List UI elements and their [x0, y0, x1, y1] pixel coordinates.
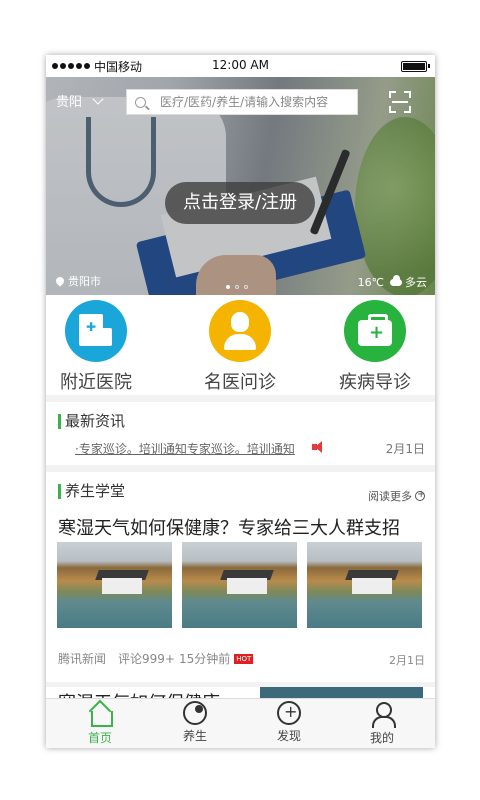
discover-icon	[277, 701, 301, 725]
article-image[interactable]	[182, 542, 297, 628]
pager-dot[interactable]	[244, 285, 248, 289]
tab-label: 养生	[182, 729, 207, 743]
bottom-tab-bar: 首页 养生 发现 我的	[46, 698, 435, 748]
speaker-icon	[312, 441, 326, 453]
plus-circle-icon	[415, 489, 425, 501]
entry-label: 名医问诊	[204, 372, 276, 393]
nearby-hospitals-entry[interactable]: ✚ 附近医院	[46, 300, 146, 394]
cloud-icon	[390, 274, 402, 286]
location-pin-icon	[54, 275, 66, 287]
read-more-link[interactable]: 阅读更多	[368, 488, 425, 504]
search-box[interactable]	[126, 89, 358, 115]
doctor-consult-entry[interactable]: 名医问诊	[190, 300, 290, 394]
news-section: 最新资讯 ·专家巡诊。培训通知专家巡诊。培训通知 2月1日	[46, 402, 435, 465]
city-selector[interactable]: 贵阳	[56, 91, 104, 110]
hospital-icon: ✚	[65, 300, 127, 362]
article-image[interactable]	[307, 542, 422, 628]
status-bar: 中国移动 12:00 AM	[46, 55, 435, 77]
scan-icon[interactable]	[389, 91, 411, 113]
entry-label: 附近医院	[60, 372, 132, 393]
comment-count[interactable]: 评论999+	[118, 650, 175, 667]
search-icon	[135, 96, 146, 108]
disease-guide-entry[interactable]: + 疾病导诊	[325, 300, 425, 394]
article-image[interactable]	[57, 542, 172, 628]
weather-widget: 16℃ 多云	[358, 274, 427, 290]
news-ticker-link[interactable]: ·专家巡诊。培训通知专家巡诊。培训通知	[75, 440, 295, 457]
battery-icon	[401, 61, 430, 72]
profile-icon	[369, 701, 396, 728]
read-more-label: 阅读更多	[368, 490, 412, 503]
article-headline[interactable]: 寒湿天气如何保健康？专家给三大人群支招	[58, 514, 400, 540]
pager-dot[interactable]	[226, 285, 230, 289]
home-icon	[87, 701, 113, 727]
temperature: 16℃	[357, 275, 384, 289]
tab-discover[interactable]: 发现	[249, 701, 329, 744]
banner-pager	[226, 285, 248, 289]
entry-label: 疾病导诊	[339, 372, 411, 393]
article-thumbnails	[57, 542, 422, 628]
article-date: 2月1日	[389, 654, 425, 667]
search-input[interactable]	[160, 95, 350, 109]
chevron-down-icon	[92, 92, 104, 105]
login-register-button[interactable]: 点击登录/注册	[165, 182, 315, 224]
tab-wellness[interactable]: 养生	[155, 701, 235, 744]
news-date: 2月1日	[385, 442, 425, 456]
health-section: 养生学堂 阅读更多 寒湿天气如何保健康？专家给三大人群支招 腾讯新闻 评论999…	[46, 472, 435, 682]
pager-dot[interactable]	[235, 285, 239, 289]
article-meta: 腾讯新闻 评论999+ 15分钟前 HOT	[58, 650, 254, 667]
time-ago: 15分钟前	[178, 652, 231, 666]
weather-label: 多云	[405, 276, 427, 289]
tab-home[interactable]: 首页	[60, 701, 140, 746]
location-indicator[interactable]: 贵阳市	[54, 273, 101, 289]
doctor-icon	[209, 300, 271, 362]
city-label: 贵阳	[56, 95, 83, 110]
section-title: 最新资讯	[58, 414, 125, 429]
phone-screen: 中国移动 12:00 AM 贵阳 点击登录/注册 贵阳市	[46, 55, 435, 748]
hero-banner[interactable]: 贵阳 点击登录/注册 贵阳市 16℃ 多云	[46, 77, 435, 295]
wellness-icon	[183, 701, 207, 725]
tab-profile[interactable]: 我的	[342, 701, 422, 746]
medical-kit-icon: +	[344, 300, 406, 362]
tab-label: 首页	[87, 731, 112, 745]
tab-label: 我的	[369, 731, 394, 745]
clock: 12:00 AM	[212, 58, 269, 72]
tab-label: 发现	[276, 729, 301, 743]
hot-badge: HOT	[234, 653, 254, 664]
article-source: 腾讯新闻	[58, 652, 107, 666]
section-title: 养生学堂	[58, 484, 125, 499]
location-label: 贵阳市	[68, 275, 101, 288]
quick-entry-panel: ✚ 附近医院 名医问诊 + 疾病导诊	[46, 295, 435, 395]
